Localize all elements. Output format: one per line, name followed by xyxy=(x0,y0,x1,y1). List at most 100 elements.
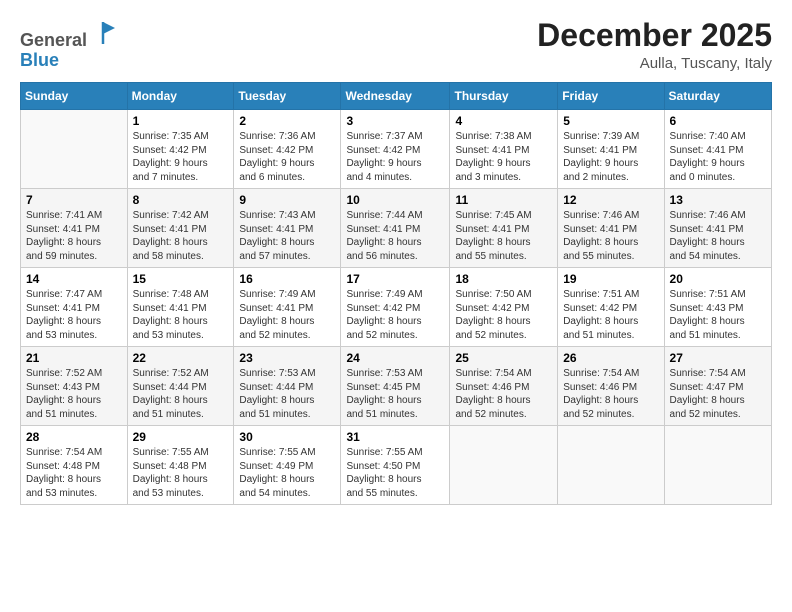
day-info: Sunrise: 7:35 AM Sunset: 4:42 PM Dayligh… xyxy=(133,130,229,184)
day-number: 16 xyxy=(239,272,335,286)
day-number: 26 xyxy=(563,351,658,365)
day-number: 11 xyxy=(455,193,552,207)
page: General Blue December 2025 Aulla, Tuscan… xyxy=(0,0,792,612)
weekday-sunday: Sunday xyxy=(21,83,128,110)
day-number: 30 xyxy=(239,430,335,444)
day-cell xyxy=(450,426,558,505)
day-cell: 3Sunrise: 7:37 AM Sunset: 4:42 PM Daylig… xyxy=(341,110,450,189)
day-number: 28 xyxy=(26,430,122,444)
logo: General Blue xyxy=(20,18,117,71)
logo-text: General Blue xyxy=(20,18,117,71)
day-info: Sunrise: 7:54 AM Sunset: 4:47 PM Dayligh… xyxy=(670,367,766,421)
day-number: 4 xyxy=(455,114,552,128)
day-number: 23 xyxy=(239,351,335,365)
day-number: 7 xyxy=(26,193,122,207)
day-info: Sunrise: 7:54 AM Sunset: 4:46 PM Dayligh… xyxy=(455,367,552,421)
day-cell: 7Sunrise: 7:41 AM Sunset: 4:41 PM Daylig… xyxy=(21,189,128,268)
day-number: 9 xyxy=(239,193,335,207)
day-number: 25 xyxy=(455,351,552,365)
day-info: Sunrise: 7:49 AM Sunset: 4:41 PM Dayligh… xyxy=(239,288,335,342)
day-cell: 12 Sunrise: 7:46 AM Sunset: 4:41 PM Dayli… xyxy=(558,189,664,268)
day-cell: 22 Sunrise: 7:52 AM Sunset: 4:44 PM Dayli… xyxy=(127,347,234,426)
day-cell: 18 Sunrise: 7:50 AM Sunset: 4:42 PM Dayli… xyxy=(450,268,558,347)
day-number: 18 xyxy=(455,272,552,286)
day-info: Sunrise: 7:54 AM Sunset: 4:48 PM Dayligh… xyxy=(26,446,122,500)
day-cell: 15Sunrise: 7:48 AM Sunset: 4:41 PM Dayli… xyxy=(127,268,234,347)
day-cell: 5Sunrise: 7:39 AM Sunset: 4:41 PM Daylig… xyxy=(558,110,664,189)
day-info: Sunrise: 7:40 AM Sunset: 4:41 PM Dayligh… xyxy=(670,130,766,184)
day-number: 27 xyxy=(670,351,766,365)
day-cell: 29Sunrise: 7:55 AM Sunset: 4:48 PM Dayli… xyxy=(127,426,234,505)
day-info: Sunrise: 7:50 AM Sunset: 4:42 PM Dayligh… xyxy=(455,288,552,342)
day-cell: 9 Sunrise: 7:43 AM Sunset: 4:41 PM Daylig… xyxy=(234,189,341,268)
day-cell: 27 Sunrise: 7:54 AM Sunset: 4:47 PM Dayli… xyxy=(664,347,771,426)
logo-general: General xyxy=(20,30,87,50)
day-info: Sunrise: 7:48 AM Sunset: 4:41 PM Dayligh… xyxy=(133,288,229,342)
day-info: Sunrise: 7:51 AM Sunset: 4:43 PM Dayligh… xyxy=(670,288,766,342)
day-cell: 10Sunrise: 7:44 AM Sunset: 4:41 PM Dayli… xyxy=(341,189,450,268)
weekday-wednesday: Wednesday xyxy=(341,83,450,110)
weekday-saturday: Saturday xyxy=(664,83,771,110)
day-number: 21 xyxy=(26,351,122,365)
day-cell: 19 Sunrise: 7:51 AM Sunset: 4:42 PM Dayli… xyxy=(558,268,664,347)
day-number: 13 xyxy=(670,193,766,207)
day-cell: 30Sunrise: 7:55 AM Sunset: 4:49 PM Dayli… xyxy=(234,426,341,505)
day-number: 22 xyxy=(133,351,229,365)
weekday-tuesday: Tuesday xyxy=(234,83,341,110)
day-cell: 24Sunrise: 7:53 AM Sunset: 4:45 PM Dayli… xyxy=(341,347,450,426)
day-info: Sunrise: 7:43 AM Sunset: 4:41 PM Dayligh… xyxy=(239,209,335,263)
day-number: 24 xyxy=(346,351,444,365)
day-cell: 16 Sunrise: 7:49 AM Sunset: 4:41 PM Dayli… xyxy=(234,268,341,347)
day-info: Sunrise: 7:52 AM Sunset: 4:43 PM Dayligh… xyxy=(26,367,122,421)
day-cell: 8Sunrise: 7:42 AM Sunset: 4:41 PM Daylig… xyxy=(127,189,234,268)
weekday-header-row: SundayMondayTuesdayWednesdayThursdayFrid… xyxy=(21,83,772,110)
day-number: 2 xyxy=(239,114,335,128)
title-block: December 2025 Aulla, Tuscany, Italy xyxy=(537,18,772,72)
day-cell xyxy=(558,426,664,505)
day-info: Sunrise: 7:55 AM Sunset: 4:50 PM Dayligh… xyxy=(346,446,444,500)
day-info: Sunrise: 7:46 AM Sunset: 4:41 PM Dayligh… xyxy=(563,209,658,263)
weekday-friday: Friday xyxy=(558,83,664,110)
week-row-3: 14Sunrise: 7:47 AM Sunset: 4:41 PM Dayli… xyxy=(21,268,772,347)
day-cell: 17Sunrise: 7:49 AM Sunset: 4:42 PM Dayli… xyxy=(341,268,450,347)
day-cell: 1 Sunrise: 7:35 AM Sunset: 4:42 PM Daylig… xyxy=(127,110,234,189)
calendar: SundayMondayTuesdayWednesdayThursdayFrid… xyxy=(20,82,772,505)
day-info: Sunrise: 7:36 AM Sunset: 4:42 PM Dayligh… xyxy=(239,130,335,184)
day-info: Sunrise: 7:39 AM Sunset: 4:41 PM Dayligh… xyxy=(563,130,658,184)
day-number: 31 xyxy=(346,430,444,444)
day-info: Sunrise: 7:44 AM Sunset: 4:41 PM Dayligh… xyxy=(346,209,444,263)
day-info: Sunrise: 7:55 AM Sunset: 4:48 PM Dayligh… xyxy=(133,446,229,500)
month-title: December 2025 xyxy=(537,18,772,53)
day-info: Sunrise: 7:38 AM Sunset: 4:41 PM Dayligh… xyxy=(455,130,552,184)
day-info: Sunrise: 7:46 AM Sunset: 4:41 PM Dayligh… xyxy=(670,209,766,263)
day-info: Sunrise: 7:37 AM Sunset: 4:42 PM Dayligh… xyxy=(346,130,444,184)
day-info: Sunrise: 7:54 AM Sunset: 4:46 PM Dayligh… xyxy=(563,367,658,421)
day-cell: 2 Sunrise: 7:36 AM Sunset: 4:42 PM Daylig… xyxy=(234,110,341,189)
logo-blue: Blue xyxy=(20,50,59,70)
location-title: Aulla, Tuscany, Italy xyxy=(537,55,772,72)
day-number: 12 xyxy=(563,193,658,207)
day-number: 6 xyxy=(670,114,766,128)
weekday-thursday: Thursday xyxy=(450,83,558,110)
day-number: 17 xyxy=(346,272,444,286)
day-cell: 4 Sunrise: 7:38 AM Sunset: 4:41 PM Daylig… xyxy=(450,110,558,189)
day-number: 20 xyxy=(670,272,766,286)
day-cell: 28 Sunrise: 7:54 AM Sunset: 4:48 PM Dayli… xyxy=(21,426,128,505)
day-info: Sunrise: 7:52 AM Sunset: 4:44 PM Dayligh… xyxy=(133,367,229,421)
day-cell: 6 Sunrise: 7:40 AM Sunset: 4:41 PM Daylig… xyxy=(664,110,771,189)
header: General Blue December 2025 Aulla, Tuscan… xyxy=(20,18,772,72)
day-cell xyxy=(21,110,128,189)
week-row-1: 1 Sunrise: 7:35 AM Sunset: 4:42 PM Daylig… xyxy=(21,110,772,189)
week-row-5: 28 Sunrise: 7:54 AM Sunset: 4:48 PM Dayli… xyxy=(21,426,772,505)
day-number: 19 xyxy=(563,272,658,286)
week-row-4: 21 Sunrise: 7:52 AM Sunset: 4:43 PM Dayli… xyxy=(21,347,772,426)
day-cell: 26 Sunrise: 7:54 AM Sunset: 4:46 PM Dayli… xyxy=(558,347,664,426)
day-number: 1 xyxy=(133,114,229,128)
day-info: Sunrise: 7:51 AM Sunset: 4:42 PM Dayligh… xyxy=(563,288,658,342)
weekday-monday: Monday xyxy=(127,83,234,110)
day-cell: 20 Sunrise: 7:51 AM Sunset: 4:43 PM Dayli… xyxy=(664,268,771,347)
day-info: Sunrise: 7:45 AM Sunset: 4:41 PM Dayligh… xyxy=(455,209,552,263)
day-cell: 11 Sunrise: 7:45 AM Sunset: 4:41 PM Dayli… xyxy=(450,189,558,268)
day-cell: 25 Sunrise: 7:54 AM Sunset: 4:46 PM Dayli… xyxy=(450,347,558,426)
day-cell: 14Sunrise: 7:47 AM Sunset: 4:41 PM Dayli… xyxy=(21,268,128,347)
